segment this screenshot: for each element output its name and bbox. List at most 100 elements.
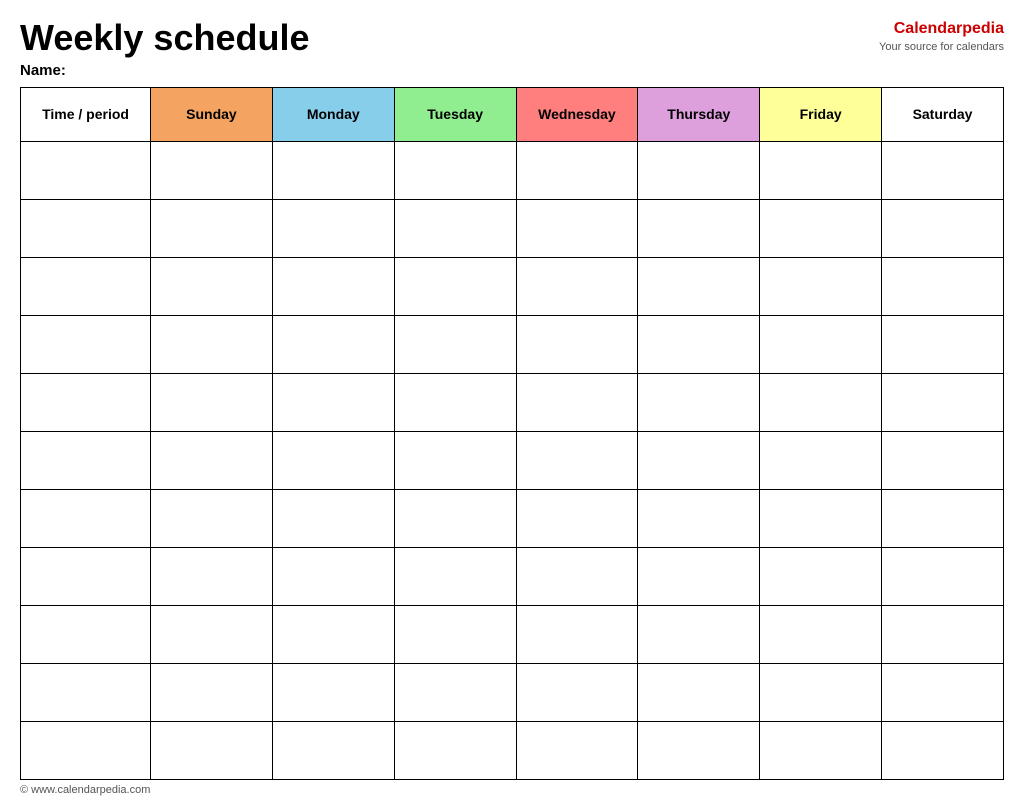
schedule-cell[interactable] <box>882 721 1004 779</box>
schedule-cell[interactable] <box>394 199 516 257</box>
schedule-cell[interactable] <box>882 199 1004 257</box>
schedule-cell[interactable] <box>394 663 516 721</box>
col-header-wednesday: Wednesday <box>516 87 638 141</box>
name-label: Name: <box>20 62 1004 79</box>
schedule-cell[interactable] <box>394 547 516 605</box>
schedule-cell[interactable] <box>882 547 1004 605</box>
schedule-cell[interactable] <box>760 431 882 489</box>
schedule-cell[interactable] <box>272 373 394 431</box>
schedule-cell[interactable] <box>760 373 882 431</box>
schedule-cell[interactable] <box>394 431 516 489</box>
schedule-cell[interactable] <box>394 141 516 199</box>
schedule-cell[interactable] <box>516 315 638 373</box>
schedule-cell[interactable] <box>638 431 760 489</box>
schedule-cell[interactable] <box>882 257 1004 315</box>
schedule-cell[interactable] <box>272 141 394 199</box>
schedule-cell[interactable] <box>151 721 273 779</box>
schedule-cell[interactable] <box>394 373 516 431</box>
schedule-cell[interactable] <box>394 605 516 663</box>
schedule-cell[interactable] <box>272 431 394 489</box>
schedule-cell[interactable] <box>882 315 1004 373</box>
schedule-cell[interactable] <box>151 373 273 431</box>
table-row <box>21 547 1004 605</box>
schedule-cell[interactable] <box>151 663 273 721</box>
schedule-cell[interactable] <box>394 315 516 373</box>
schedule-cell[interactable] <box>516 257 638 315</box>
schedule-cell[interactable] <box>760 141 882 199</box>
schedule-cell[interactable] <box>151 605 273 663</box>
schedule-cell[interactable] <box>272 547 394 605</box>
schedule-cell[interactable] <box>760 257 882 315</box>
schedule-cell[interactable] <box>516 141 638 199</box>
schedule-cell[interactable] <box>516 547 638 605</box>
schedule-cell[interactable] <box>516 489 638 547</box>
time-cell[interactable] <box>21 257 151 315</box>
schedule-cell[interactable] <box>516 721 638 779</box>
schedule-cell[interactable] <box>760 489 882 547</box>
header-area: Weekly schedule Calendarpedia Your sourc… <box>20 18 1004 58</box>
time-cell[interactable] <box>21 547 151 605</box>
schedule-cell[interactable] <box>516 199 638 257</box>
schedule-cell[interactable] <box>638 663 760 721</box>
table-row <box>21 199 1004 257</box>
schedule-cell[interactable] <box>882 141 1004 199</box>
schedule-cell[interactable] <box>151 489 273 547</box>
schedule-cell[interactable] <box>882 663 1004 721</box>
schedule-cell[interactable] <box>760 605 882 663</box>
col-header-thursday: Thursday <box>638 87 760 141</box>
schedule-cell[interactable] <box>638 547 760 605</box>
page: Weekly schedule Calendarpedia Your sourc… <box>0 0 1024 784</box>
schedule-cell[interactable] <box>272 315 394 373</box>
schedule-cell[interactable] <box>272 721 394 779</box>
time-cell[interactable] <box>21 431 151 489</box>
schedule-cell[interactable] <box>638 373 760 431</box>
schedule-cell[interactable] <box>760 315 882 373</box>
col-header-time: Time / period <box>21 87 151 141</box>
schedule-cell[interactable] <box>882 431 1004 489</box>
schedule-cell[interactable] <box>272 605 394 663</box>
schedule-cell[interactable] <box>882 605 1004 663</box>
time-cell[interactable] <box>21 489 151 547</box>
schedule-cell[interactable] <box>151 431 273 489</box>
schedule-cell[interactable] <box>882 373 1004 431</box>
schedule-cell[interactable] <box>272 489 394 547</box>
schedule-cell[interactable] <box>272 663 394 721</box>
schedule-cell[interactable] <box>516 431 638 489</box>
brand-plain: Calendar <box>894 20 962 37</box>
time-cell[interactable] <box>21 199 151 257</box>
schedule-cell[interactable] <box>760 547 882 605</box>
schedule-cell[interactable] <box>638 489 760 547</box>
time-cell[interactable] <box>21 663 151 721</box>
schedule-cell[interactable] <box>394 721 516 779</box>
time-cell[interactable] <box>21 605 151 663</box>
schedule-cell[interactable] <box>151 547 273 605</box>
schedule-cell[interactable] <box>151 199 273 257</box>
schedule-cell[interactable] <box>760 663 882 721</box>
schedule-cell[interactable] <box>272 199 394 257</box>
schedule-cell[interactable] <box>638 721 760 779</box>
page-title: Weekly schedule <box>20 18 309 58</box>
brand-name: Calendarpedia <box>879 18 1004 40</box>
schedule-cell[interactable] <box>516 663 638 721</box>
time-cell[interactable] <box>21 141 151 199</box>
schedule-cell[interactable] <box>760 199 882 257</box>
schedule-cell[interactable] <box>638 199 760 257</box>
table-row <box>21 605 1004 663</box>
schedule-cell[interactable] <box>394 257 516 315</box>
schedule-cell[interactable] <box>151 141 273 199</box>
schedule-cell[interactable] <box>394 489 516 547</box>
schedule-cell[interactable] <box>638 257 760 315</box>
schedule-cell[interactable] <box>151 315 273 373</box>
schedule-cell[interactable] <box>638 315 760 373</box>
schedule-cell[interactable] <box>516 373 638 431</box>
schedule-cell[interactable] <box>272 257 394 315</box>
time-cell[interactable] <box>21 721 151 779</box>
schedule-cell[interactable] <box>882 489 1004 547</box>
time-cell[interactable] <box>21 373 151 431</box>
time-cell[interactable] <box>21 315 151 373</box>
schedule-cell[interactable] <box>151 257 273 315</box>
schedule-cell[interactable] <box>638 605 760 663</box>
schedule-cell[interactable] <box>516 605 638 663</box>
schedule-cell[interactable] <box>760 721 882 779</box>
schedule-cell[interactable] <box>638 141 760 199</box>
